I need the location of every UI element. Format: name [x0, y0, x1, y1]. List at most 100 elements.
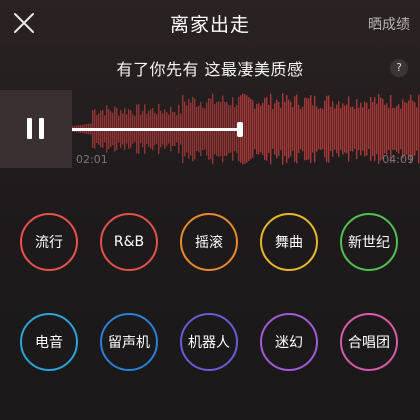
waveform-bar — [384, 104, 386, 154]
waveform-bar — [392, 107, 394, 151]
waveform-bar — [408, 100, 410, 158]
waveform-bar — [264, 98, 266, 160]
waveform-bar — [354, 109, 356, 149]
waveform-bar — [310, 95, 312, 163]
waveform-bar — [400, 108, 402, 150]
waveform-bar — [370, 96, 372, 162]
waveform-bar — [322, 108, 324, 150]
waveform-bar — [368, 109, 370, 149]
waveform-bar — [256, 103, 258, 155]
waveform-bar — [316, 106, 318, 152]
pause-button[interactable] — [0, 90, 72, 168]
progress-handle[interactable] — [237, 122, 243, 137]
waveform-bar — [350, 106, 352, 152]
waveform-bar — [258, 103, 260, 155]
waveform-bar — [250, 98, 252, 160]
waveform-bar — [320, 107, 322, 151]
waveform-bar — [396, 106, 398, 152]
waveform-bar — [364, 101, 366, 157]
waveform-bar — [298, 104, 300, 154]
genre-chip-choir[interactable]: 合唱团 — [340, 313, 398, 371]
progress-track[interactable] — [72, 128, 240, 131]
waveform-bar — [248, 97, 250, 161]
waveform-bar — [318, 108, 320, 150]
waveform-bar — [418, 94, 420, 164]
waveform-bar — [376, 103, 378, 155]
page-title: 离家出走 — [169, 14, 250, 36]
genre-chip-psychedelic[interactable]: 迷幻 — [260, 313, 318, 371]
waveform-bar — [334, 108, 336, 150]
waveform-bar — [332, 101, 334, 157]
waveform-bar — [414, 102, 416, 156]
waveform-bar — [266, 97, 268, 161]
waveform-bar — [346, 104, 348, 154]
waveform-bar — [272, 109, 274, 149]
genre-chip-electronic[interactable]: 电音 — [20, 313, 78, 371]
genre-chip-new-age[interactable]: 新世纪 — [340, 213, 398, 271]
karaoke-effect-screen: 离家出走 晒成绩 有了你先有 这最凄美质感 ? 02:01 04:09 流行 R… — [0, 0, 420, 420]
waveform-bar — [314, 95, 316, 163]
waveform-bar — [302, 106, 304, 152]
waveform-bar — [344, 105, 346, 153]
waveform-bar — [342, 103, 344, 155]
genre-chip-dance[interactable]: 舞曲 — [260, 213, 318, 271]
waveform-bar — [416, 107, 418, 151]
top-bar: 离家出走 晒成绩 — [0, 0, 420, 46]
current-time: 02:01 — [76, 153, 108, 166]
waveform-bar — [372, 101, 374, 157]
genre-chip-rock[interactable]: 摇滚 — [180, 213, 238, 271]
waveform-bar — [394, 108, 396, 150]
total-time: 04:09 — [382, 153, 414, 166]
waveform-bar — [290, 101, 292, 157]
waveform-bar — [378, 94, 380, 164]
waveform-bar — [280, 107, 282, 151]
waveform-bar — [412, 100, 414, 158]
waveform-bar — [374, 97, 376, 161]
waveform-bar — [292, 107, 294, 151]
waveform-bar — [260, 105, 262, 153]
genre-chip-pop[interactable]: 流行 — [20, 213, 78, 271]
waveform-bar — [336, 104, 338, 154]
waveform-bar — [366, 102, 368, 156]
waveform-bar — [380, 97, 382, 161]
waveform-bar — [398, 104, 400, 154]
waveform-bar — [358, 107, 360, 151]
lyric-line: 有了你先有 这最凄美质感 — [116, 60, 304, 79]
share-results-button[interactable]: 晒成绩 — [368, 14, 410, 34]
waveform-bar — [276, 99, 278, 159]
waveform-bar — [382, 98, 384, 160]
waveform-bar — [330, 106, 332, 152]
waveform-bar — [288, 99, 290, 159]
waveform-bar — [254, 108, 256, 150]
waveform-bar — [294, 96, 296, 162]
genre-chip-robot[interactable]: 机器人 — [180, 313, 238, 371]
pause-icon-bar — [39, 118, 44, 139]
waveform-bar — [306, 97, 308, 161]
waveform-bar — [300, 108, 302, 150]
waveform-bar — [362, 107, 364, 151]
waveform-bar — [270, 93, 272, 165]
genre-chip-phonograph[interactable]: 留声机 — [100, 313, 158, 371]
waveform-bar — [278, 102, 280, 156]
waveform-bar — [268, 104, 270, 154]
genre-chip-rnb[interactable]: R&B — [100, 213, 158, 271]
waveform-bar — [386, 103, 388, 155]
help-icon[interactable]: ? — [390, 59, 408, 77]
waveform-bar — [282, 93, 284, 165]
waveform-bar — [244, 94, 246, 164]
waveform-bar — [404, 102, 406, 156]
waveform-bar — [388, 107, 390, 151]
waveform-bar — [326, 95, 328, 163]
waveform-bar — [352, 106, 354, 152]
waveform-bar — [274, 103, 276, 155]
waveform-bar — [308, 98, 310, 160]
waveform-bar — [304, 97, 306, 161]
waveform-bar — [348, 96, 350, 162]
waveform-bar — [402, 99, 404, 159]
waveform-bar — [328, 95, 330, 163]
waveform-bar — [338, 101, 340, 157]
waveform-bar — [262, 102, 264, 156]
waveform-bar — [360, 102, 362, 156]
waveform-bar — [246, 95, 248, 163]
waveform-bar — [252, 100, 254, 158]
